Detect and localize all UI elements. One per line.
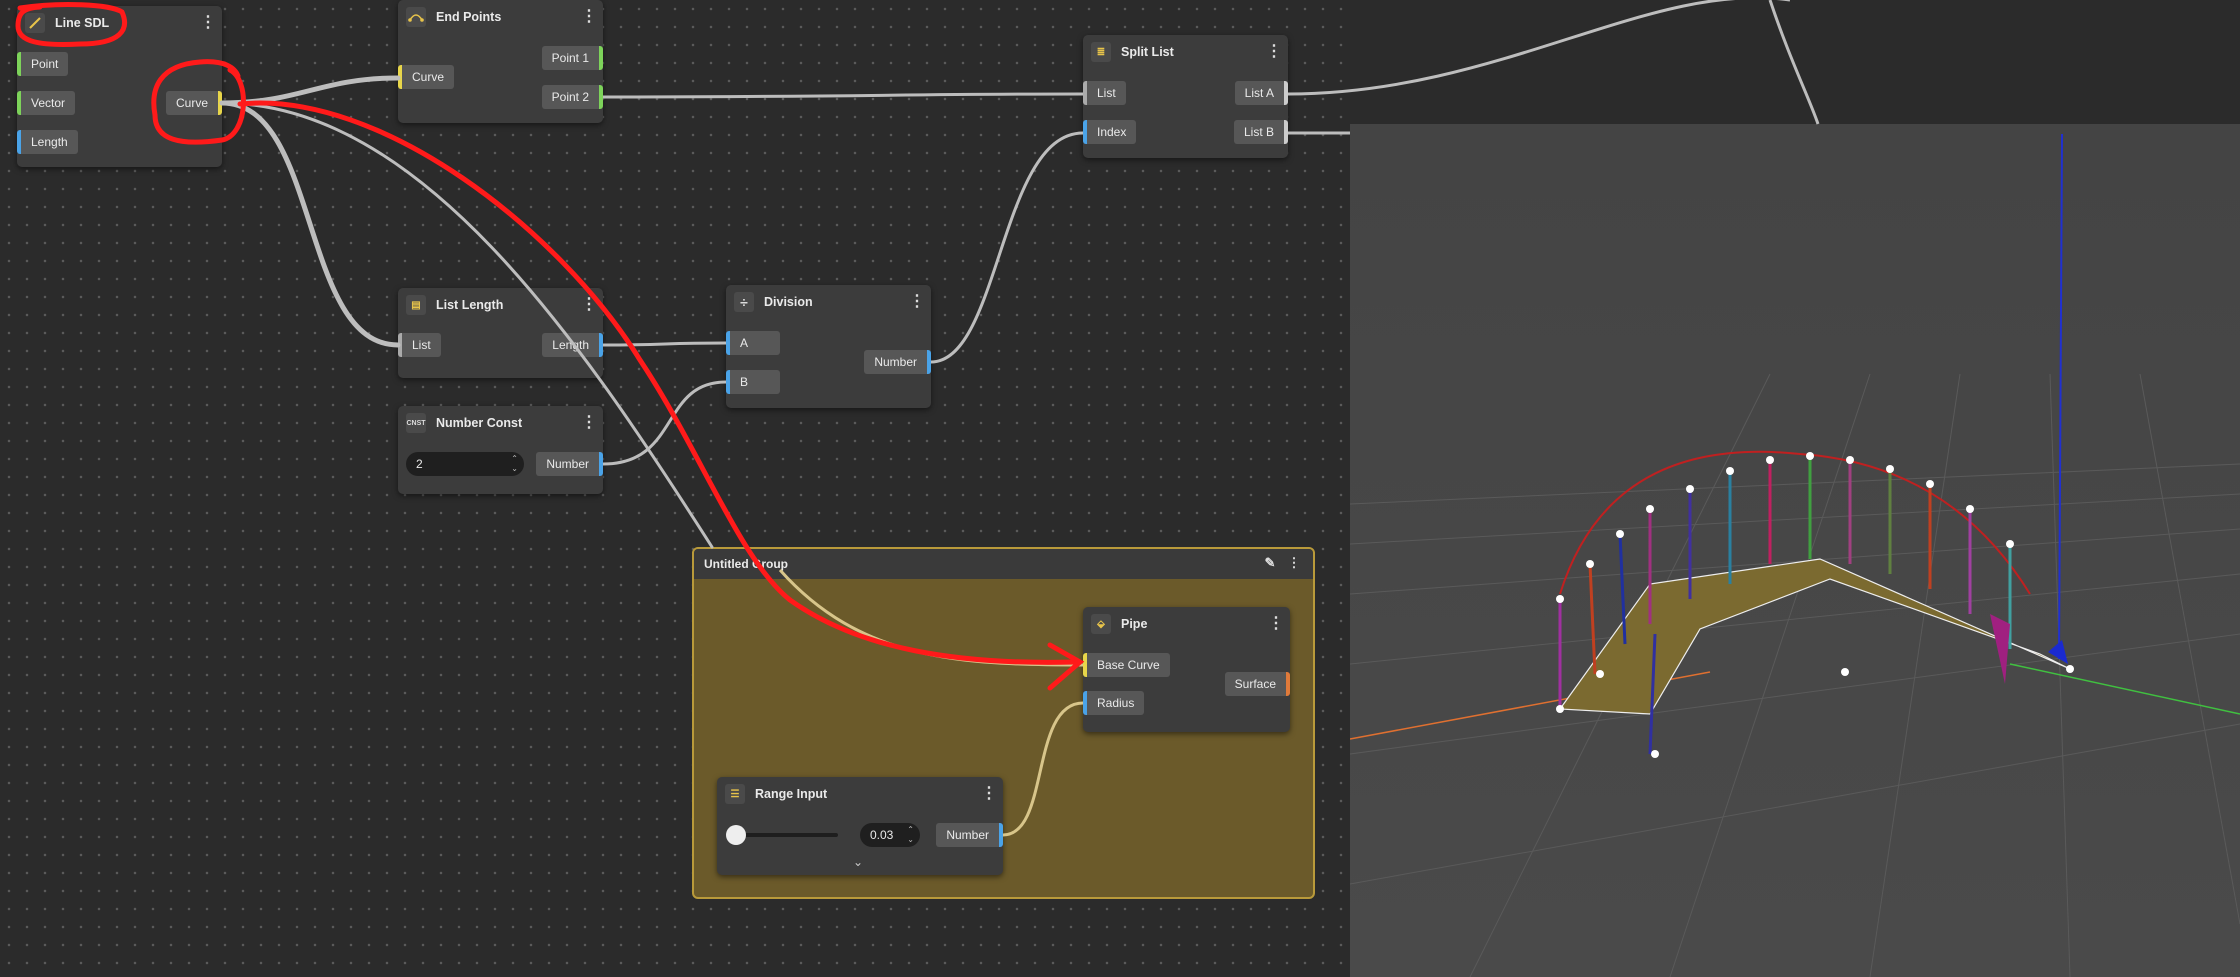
input-vector[interactable]: Vector — [17, 91, 76, 115]
stepper-icon[interactable]: ⌃ ⌄ — [907, 825, 914, 845]
output-surface[interactable]: Surface — [1224, 672, 1290, 696]
node-header[interactable]: ÷ Division ⋮ — [726, 285, 931, 319]
output-point-1[interactable]: Point 1 — [541, 46, 603, 70]
node-header[interactable]: CNST Number Const ⋮ — [398, 406, 603, 440]
more-menu-icon[interactable]: ⋮ — [581, 297, 597, 313]
output-point-2[interactable]: Point 2 — [541, 85, 603, 109]
input-list[interactable]: List — [1083, 81, 1126, 105]
edit-icon[interactable]: ✎ — [1261, 555, 1279, 573]
more-menu-icon[interactable]: ⋮ — [1285, 555, 1303, 573]
node-title: List Length — [436, 298, 504, 312]
node-header[interactable]: ≣ Split List ⋮ — [1083, 35, 1288, 69]
more-menu-icon[interactable]: ⋮ — [581, 9, 597, 25]
output-curve[interactable]: Curve — [165, 91, 222, 115]
node-split-list[interactable]: ≣ Split List ⋮ List Index List A List B — [1083, 35, 1288, 158]
node-header[interactable]: ☰ Range Input ⋮ — [717, 777, 1003, 811]
node-title: Line SDL — [55, 16, 110, 30]
number-value: 2 — [416, 457, 423, 471]
more-menu-icon[interactable]: ⋮ — [581, 415, 597, 431]
group-header[interactable]: Untitled Group ✎ ⋮ — [694, 549, 1313, 579]
node-number-const[interactable]: CNST Number Const ⋮ 2 ⌃ ⌄ Number — [398, 406, 603, 494]
pipe-icon: ⬙ — [1091, 614, 1111, 634]
node-title: Pipe — [1121, 617, 1148, 631]
slider-track[interactable] — [734, 833, 838, 837]
input-radius[interactable]: Radius — [1083, 691, 1145, 715]
list-length-icon: ▤ — [406, 295, 426, 315]
3d-viewport[interactable] — [1350, 124, 2240, 977]
endpoints-icon — [406, 7, 426, 27]
output-list-a[interactable]: List A — [1234, 81, 1288, 105]
line-icon — [25, 13, 45, 33]
node-line-sdl[interactable]: Line SDL ⋮ Point Vector Length Curve — [17, 6, 222, 167]
more-menu-icon[interactable]: ⋮ — [1266, 44, 1282, 60]
node-title: Split List — [1121, 45, 1174, 59]
scene-render — [1350, 124, 2240, 977]
node-range-input[interactable]: ☰ Range Input ⋮ 0.03 ⌃ ⌄ Number ⌄ — [717, 777, 1003, 875]
node-header[interactable]: End Points ⋮ — [398, 0, 603, 34]
output-length[interactable]: Length — [542, 333, 603, 357]
number-input[interactable]: 2 ⌃ ⌄ — [406, 452, 524, 476]
more-menu-icon[interactable]: ⋮ — [1268, 616, 1284, 632]
node-header[interactable]: ▤ List Length ⋮ — [398, 288, 603, 322]
stepper-icon[interactable]: ⌃ ⌄ — [511, 454, 518, 474]
input-length[interactable]: Length — [17, 130, 78, 154]
input-index[interactable]: Index — [1083, 120, 1137, 144]
output-number[interactable]: Number — [536, 452, 603, 476]
input-b[interactable]: B — [726, 370, 780, 394]
constant-icon: CNST — [406, 413, 426, 433]
node-list-length[interactable]: ▤ List Length ⋮ List Length — [398, 288, 603, 378]
node-title: Range Input — [755, 787, 828, 801]
input-point[interactable]: Point — [17, 52, 69, 76]
input-a[interactable]: A — [726, 331, 780, 355]
more-menu-icon[interactable]: ⋮ — [909, 294, 925, 310]
sliders-icon: ☰ — [725, 784, 745, 804]
node-end-points[interactable]: End Points ⋮ Curve Point 1 Point 2 — [398, 0, 603, 123]
more-menu-icon[interactable]: ⋮ — [200, 15, 216, 31]
output-number[interactable]: Number — [936, 823, 1003, 847]
input-curve[interactable]: Curve — [398, 65, 455, 89]
slider-handle[interactable] — [726, 825, 746, 845]
group-title: Untitled Group — [704, 557, 788, 571]
chevron-down-icon[interactable]: ⌄ — [853, 855, 863, 869]
node-header[interactable]: ⬙ Pipe ⋮ — [1083, 607, 1290, 641]
input-base-curve[interactable]: Base Curve — [1083, 653, 1170, 677]
node-header[interactable]: Line SDL ⋮ — [17, 6, 222, 40]
input-list[interactable]: List — [398, 333, 441, 357]
node-pipe[interactable]: ⬙ Pipe ⋮ Base Curve Radius Surface — [1083, 607, 1290, 732]
range-value: 0.03 — [870, 828, 894, 842]
division-icon: ÷ — [734, 292, 754, 312]
node-division[interactable]: ÷ Division ⋮ A B Number — [726, 285, 931, 408]
output-list-b[interactable]: List B — [1233, 120, 1288, 144]
more-menu-icon[interactable]: ⋮ — [981, 786, 997, 802]
range-value-input[interactable]: 0.03 ⌃ ⌄ — [860, 823, 920, 847]
node-title: Number Const — [436, 416, 523, 430]
split-list-icon: ≣ — [1091, 42, 1111, 62]
node-title: End Points — [436, 10, 502, 24]
output-number[interactable]: Number — [864, 350, 931, 374]
node-title: Division — [764, 295, 813, 309]
